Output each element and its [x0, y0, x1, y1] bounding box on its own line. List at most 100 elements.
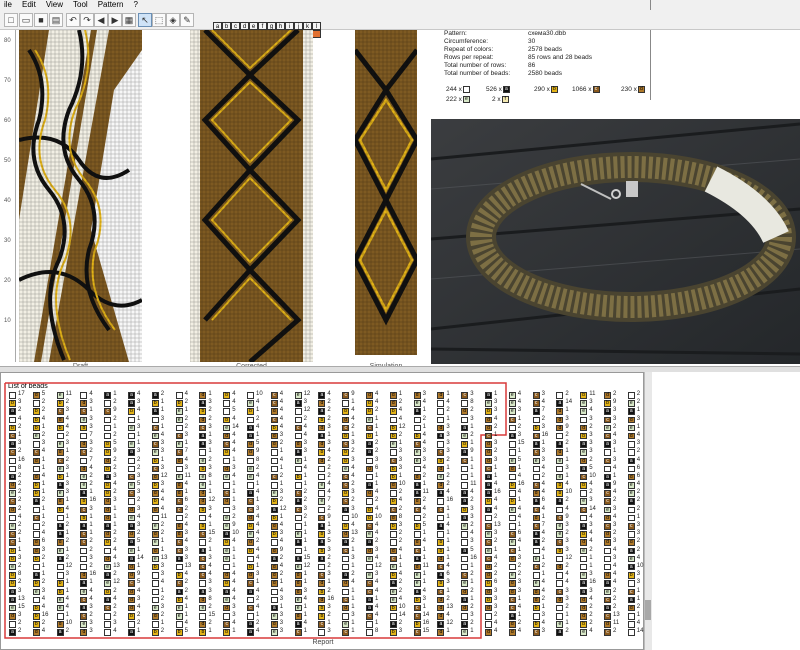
bead-list-item: a2 [56, 522, 77, 530]
draft-pattern-grid[interactable] [18, 29, 143, 362]
pattern-info: Pattern: схема30.dbb Circumference: 30 Repea… [444, 30, 654, 78]
info-row: Total number of beads: 2580 beads [444, 70, 654, 78]
menu-pattern[interactable]: Pattern [98, 0, 124, 10]
bead-list-item: b4 [56, 506, 77, 514]
bead-list-item: 5 [223, 407, 243, 415]
bead-list-item: 3 [80, 555, 100, 563]
bead-list-item: a3 [9, 588, 29, 596]
palette-letter-a[interactable]: a [213, 22, 222, 30]
bead-list-item: e2 [508, 571, 529, 579]
info-row: Total number of rows: 86 [444, 62, 654, 70]
bead-list-item: a1 [532, 440, 553, 448]
bead-list-item: e1 [556, 457, 576, 465]
report-scroll-thumb[interactable] [645, 600, 651, 620]
bead-list-item: a1 [485, 391, 505, 399]
bead-list-item: a1 [413, 555, 434, 563]
bead-list-item: 1 [342, 399, 362, 407]
bead-list-item: b3 [9, 555, 29, 563]
fill-icon[interactable]: ◈ [166, 13, 180, 27]
bead-list-item: b1 [508, 497, 529, 505]
bead-list-item: a2 [104, 571, 124, 579]
palette-letter-l[interactable]: l [312, 22, 321, 30]
bead-list-item: 1 [32, 563, 53, 571]
pointer-icon[interactable]: ↖ [138, 13, 152, 27]
palette-letter-e[interactable]: e [249, 22, 258, 30]
bead-list-item: e1 [223, 555, 243, 563]
new-icon[interactable]: □ [4, 13, 18, 27]
menu-view[interactable]: View [46, 0, 63, 10]
bead-list-item: a4 [532, 530, 553, 538]
bead-list-item: d4 [151, 506, 172, 514]
palette-letter-k[interactable]: k [303, 22, 312, 30]
bead-list-item: c1 [342, 596, 362, 604]
bead-list-item: 1 [223, 481, 243, 489]
bead-list-item: e4 [151, 432, 172, 440]
bead-color-chip: b [550, 86, 558, 93]
picker-icon[interactable]: ✎ [180, 13, 194, 27]
menu-help[interactable]: ? [134, 0, 138, 10]
open-icon[interactable]: ▭ [19, 13, 33, 27]
bead-list-item: a2 [366, 440, 386, 448]
palette-letter-d[interactable]: d [240, 22, 249, 30]
bead-list-item: a5 [461, 547, 481, 555]
bead-list-item: 1 [366, 473, 386, 481]
menu-file[interactable]: ile [4, 0, 12, 10]
select-icon[interactable]: ⬚ [152, 13, 166, 27]
bead-list-item: c2 [270, 473, 291, 481]
palette-swatch-l[interactable] [312, 30, 321, 38]
bead-list-item: a4 [461, 489, 481, 497]
bead-list-item: c4 [247, 604, 267, 612]
bead-count-value: 290 x [534, 86, 550, 94]
bead-list-item: e3 [580, 571, 600, 579]
bead-list-item: b9 [104, 448, 124, 456]
simulation-pattern-grid[interactable] [352, 30, 420, 355]
palette-letter-i[interactable]: i [285, 22, 294, 30]
bead-list-item: c4 [270, 399, 291, 407]
prev-icon[interactable]: ◀ [94, 13, 108, 27]
bead-count: 526 xa [486, 86, 510, 93]
undo-icon[interactable]: ↶ [66, 13, 80, 27]
bead-list-item: 1 [461, 563, 481, 571]
bead-list-item: d4 [175, 457, 196, 465]
palette-letter-h[interactable]: h [276, 22, 285, 30]
palette-letter-g[interactable]: g [267, 22, 276, 30]
palette-letter-b[interactable]: b [222, 22, 231, 30]
bead-list-item: c1 [485, 432, 505, 440]
bead-count: 2 xf [492, 96, 509, 103]
save-icon[interactable]: ■ [34, 13, 48, 27]
bead-count: 1066 xc [572, 86, 600, 93]
bead-list-item: e1 [485, 547, 505, 555]
bead-list-item: 2 [318, 506, 338, 514]
bead-list-column: 10 e 4 b 1 2 a 4 a 1 d 5 d 9 8 e 2 e 4 1 a 4 c 1 c 3 d 4 b 4 e 4 d 2 b 4 4 b 1… [247, 391, 267, 637]
redo-icon[interactable]: ↷ [80, 13, 94, 27]
bead-list-item: 7 [80, 457, 100, 465]
bead-list-item: b 16 [413, 620, 434, 628]
bead-list-item: e1 [294, 457, 315, 465]
image-icon[interactable]: ▦ [122, 13, 136, 27]
info-key: Pattern: [444, 30, 467, 37]
bead-list-item: 3 [461, 538, 481, 546]
bead-list-item: a9 [461, 448, 481, 456]
info-value: схема30.dbb [528, 30, 567, 37]
bead-list-item: 2 [151, 596, 172, 604]
print-icon[interactable]: ▤ [49, 13, 63, 27]
bead-list-item: c3 [151, 440, 172, 448]
bead-list-item: c2 [80, 612, 100, 620]
bead-list-item: a 13 [9, 596, 29, 604]
corrected-pattern-grid[interactable] [190, 28, 313, 364]
bead-list-item: b4 [485, 497, 505, 505]
bead-list-item: b2 [366, 407, 386, 415]
palette-letter-j[interactable]: j [294, 22, 303, 30]
bead-list-item: c1 [508, 547, 529, 555]
next-icon[interactable]: ▶ [108, 13, 122, 27]
palette-letter-f[interactable]: f [258, 22, 267, 30]
bead-list-item: 2 [437, 407, 457, 415]
bead-list-item: 2 [294, 514, 315, 522]
menu-tool[interactable]: Tool [73, 0, 88, 10]
palette-letter-c[interactable]: c [231, 22, 240, 30]
bead-list-item: c2 [342, 497, 362, 505]
bead-list-item: a4 [485, 506, 505, 514]
menu-edit[interactable]: Edit [22, 0, 36, 10]
bead-list-item: b1 [56, 579, 77, 587]
bead-list-item: d4 [80, 465, 100, 473]
